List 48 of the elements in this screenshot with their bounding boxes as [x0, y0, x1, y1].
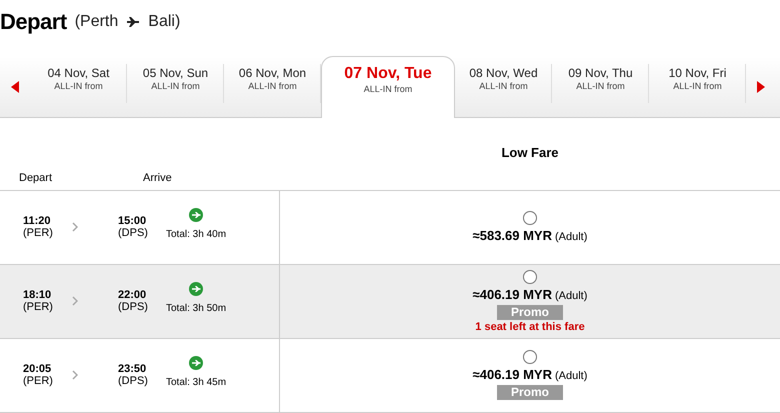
plane-icon: [189, 282, 204, 296]
promo-badge: Promo: [496, 304, 563, 320]
fare-price: ≈583.69 MYR: [472, 228, 552, 244]
passenger-type: (Adult): [555, 370, 588, 382]
next-arrow-icon[interactable]: [757, 80, 765, 93]
plane-icon: [126, 16, 140, 28]
fare-price: ≈406.19 MYR: [472, 367, 552, 382]
depart-time: 11:20: [23, 215, 51, 228]
column-header: Depart: [18, 172, 54, 184]
date-tab[interactable]: 07 Nov, Tue ALL-IN from: [321, 56, 455, 118]
chevron-icon: [72, 296, 78, 306]
total-duration: Total: 3h 50m: [166, 303, 226, 314]
airport-code: (PER): [23, 227, 53, 240]
passenger-type: (Adult): [555, 231, 588, 244]
date-tab[interactable]: 05 Nov, Sun ALL-IN from: [127, 64, 224, 103]
arrive-time: 15:00: [118, 215, 146, 228]
plane-icon: [189, 356, 204, 370]
date-tab[interactable]: 08 Nov, Wed ALL-IN from: [455, 64, 552, 103]
chevron-icon: [72, 222, 78, 232]
fare-radio[interactable]: [523, 211, 537, 226]
fare-radio[interactable]: [523, 350, 537, 364]
seats-left-note: 1 seat left at this fare: [475, 320, 585, 333]
arrive-time: 22:00: [118, 289, 146, 302]
date-tab[interactable]: 09 Nov, Thu ALL-IN from: [552, 64, 649, 103]
plane-icon: [189, 208, 204, 222]
chevron-icon: [72, 370, 78, 380]
route-destination: Bali): [148, 12, 180, 31]
page-title: Depart: [0, 8, 67, 35]
airport-code: (DPS): [118, 227, 148, 240]
fare-price: ≈406.19 MYR: [472, 286, 552, 302]
total-duration: Total: 3h 45m: [166, 377, 226, 388]
airport-code: (DPS): [118, 301, 148, 314]
passenger-type: (Adult): [555, 290, 588, 302]
depart-time: 18:10: [23, 289, 52, 302]
column-header: Low Fare: [501, 144, 559, 162]
column-header: Arrive: [142, 172, 173, 184]
previous-arrow-icon[interactable]: [11, 80, 19, 93]
total-duration: Total: 3h 40m: [166, 229, 226, 240]
date-tab[interactable]: 10 Nov, Fri ALL-IN from: [649, 64, 746, 103]
date-tab[interactable]: 04 Nov, Sat ALL-IN from: [30, 64, 127, 103]
depart-time: 20:05: [23, 363, 52, 376]
airport-code: (DPS): [118, 375, 148, 388]
fare-radio[interactable]: [523, 270, 537, 284]
airport-code: (PER): [23, 375, 53, 388]
airport-code: (PER): [23, 301, 53, 314]
route-origin: (Perth: [74, 12, 118, 31]
arrive-time: 23:50: [118, 363, 146, 376]
promo-badge: Promo: [496, 385, 563, 400]
